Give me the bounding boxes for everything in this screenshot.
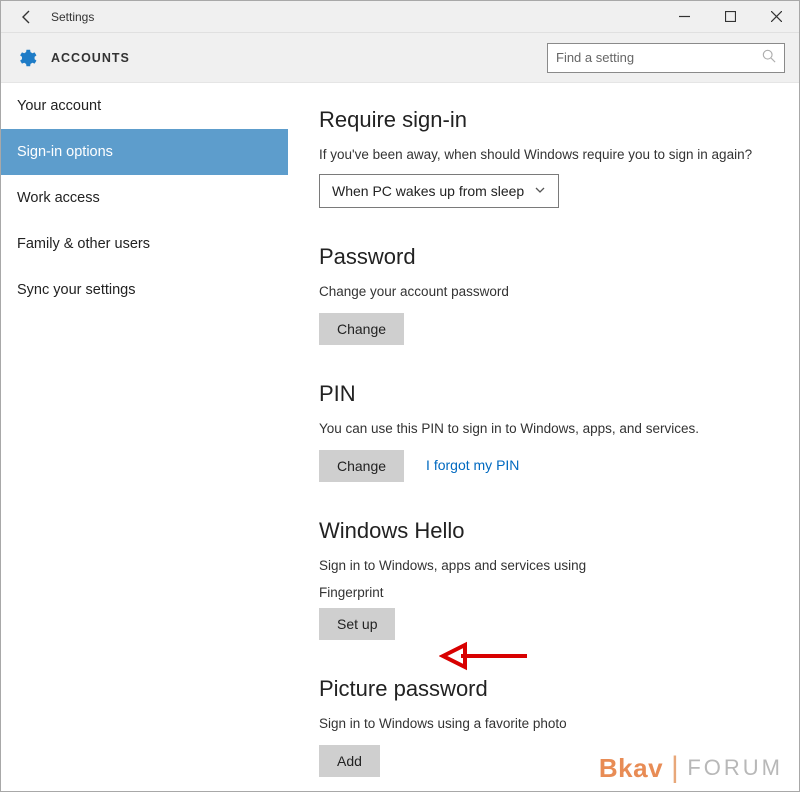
select-value: When PC wakes up from sleep [332,183,524,199]
search-icon [762,49,776,66]
pin-change-button[interactable]: Change [319,450,404,482]
window-title: Settings [51,10,94,24]
section-desc: If you've been away, when should Windows… [319,147,769,162]
title-bar: Settings [1,1,799,33]
maximize-button[interactable] [707,2,753,32]
search-placeholder: Find a setting [556,50,634,65]
section-title: Windows Hello [319,518,769,544]
section-desc: You can use this PIN to sign in to Windo… [319,421,769,436]
section-desc: Sign in to Windows, apps and services us… [319,558,769,573]
section-picture-password: Picture password Sign in to Windows usin… [319,676,769,777]
password-change-button[interactable]: Change [319,313,404,345]
section-pin: PIN You can use this PIN to sign in to W… [319,381,769,482]
sidebar: Your account Sign-in options Work access… [1,83,289,791]
search-input[interactable]: Find a setting [547,43,785,73]
section-title: PIN [319,381,769,407]
section-windows-hello: Windows Hello Sign in to Windows, apps a… [319,518,769,640]
sidebar-item-work-access[interactable]: Work access [1,175,288,221]
sidebar-item-your-account[interactable]: Your account [1,83,288,129]
section-title: Password [319,244,769,270]
forgot-pin-link[interactable]: I forgot my PIN [426,457,519,473]
sidebar-item-label: Your account [17,98,101,114]
back-button[interactable] [9,2,45,32]
sidebar-item-family-other-users[interactable]: Family & other users [1,221,288,267]
sidebar-item-label: Work access [17,190,100,206]
window-controls [661,2,799,32]
sidebar-item-label: Sync your settings [17,282,135,298]
minimize-button[interactable] [661,2,707,32]
hello-setup-button[interactable]: Set up [319,608,395,640]
require-signin-select[interactable]: When PC wakes up from sleep [319,174,559,208]
gear-icon [15,47,37,69]
category-header: ACCOUNTS Find a setting [1,33,799,83]
chevron-down-icon [534,183,546,199]
category-title: ACCOUNTS [51,51,130,65]
picture-password-add-button[interactable]: Add [319,745,380,777]
annotation-arrow-icon [439,639,529,673]
section-title: Require sign-in [319,107,769,133]
sidebar-item-label: Sign-in options [17,144,113,160]
section-desc: Sign in to Windows using a favorite phot… [319,716,769,731]
hello-subheading: Fingerprint [319,585,769,600]
sidebar-item-sync-your-settings[interactable]: Sync your settings [1,267,288,313]
close-button[interactable] [753,2,799,32]
sidebar-item-sign-in-options[interactable]: Sign-in options [1,129,288,175]
section-title: Picture password [319,676,769,702]
section-password: Password Change your account password Ch… [319,244,769,345]
main-content: Require sign-in If you've been away, whe… [289,83,799,791]
section-desc: Change your account password [319,284,769,299]
section-require-signin: Require sign-in If you've been away, whe… [319,107,769,208]
sidebar-item-label: Family & other users [17,236,150,252]
